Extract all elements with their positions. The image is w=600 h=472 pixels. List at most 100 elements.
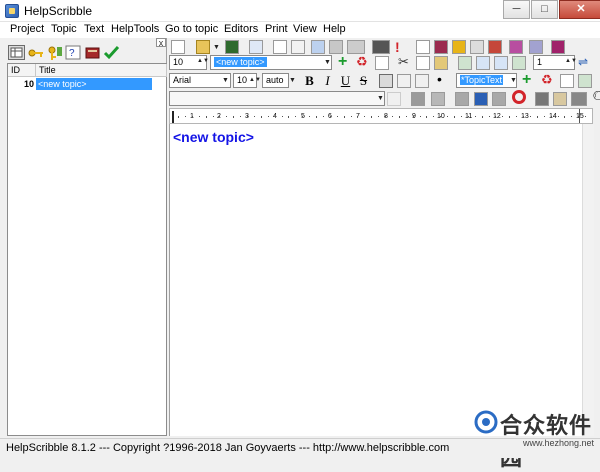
menu-view[interactable]: View xyxy=(293,23,317,35)
menu-editors[interactable]: Editors xyxy=(224,23,258,35)
cut-icon[interactable]: ✂ xyxy=(398,54,409,70)
maximize-button[interactable]: □ xyxy=(531,0,558,19)
insert-image-icon[interactable] xyxy=(411,92,425,106)
new-document-icon[interactable] xyxy=(171,40,185,54)
delete-style-icon[interactable]: ♻ xyxy=(541,72,553,88)
book-icon[interactable] xyxy=(84,45,101,60)
keyword-icon[interactable] xyxy=(46,45,63,60)
align-right-icon[interactable] xyxy=(415,74,429,88)
next-topic-icon[interactable] xyxy=(494,56,508,70)
paragraph-dropdown-icon[interactable]: ▼ xyxy=(376,92,385,105)
vertical-scrollbar[interactable] xyxy=(582,124,594,436)
insert-popup-icon[interactable] xyxy=(474,92,488,106)
prev-topic-icon[interactable] xyxy=(476,56,490,70)
ruler-tick xyxy=(240,116,242,117)
minimize-button[interactable]: ─ xyxy=(503,0,530,19)
open-folder-icon[interactable] xyxy=(196,40,210,54)
style-select[interactable]: *TopicText xyxy=(456,73,517,88)
menu-help[interactable]: Help xyxy=(323,23,346,35)
italic-button[interactable]: I xyxy=(319,73,336,89)
paste-icon[interactable] xyxy=(434,56,448,70)
align-left-icon[interactable] xyxy=(379,74,393,88)
save-icon[interactable] xyxy=(225,40,239,54)
spellcheck-icon[interactable] xyxy=(249,40,263,54)
search-icon[interactable]: 🔍︎ xyxy=(592,90,600,106)
bullet-icon[interactable]: • xyxy=(437,71,442,87)
strikethrough-button[interactable]: S xyxy=(355,73,372,89)
insert-jump-icon[interactable] xyxy=(455,92,469,106)
topic-icon[interactable] xyxy=(291,40,305,54)
browse-sequence-icon[interactable]: ⇌ xyxy=(578,55,588,69)
last-topic-icon[interactable] xyxy=(512,56,526,70)
bold-button[interactable]: B xyxy=(301,73,318,89)
key-icon[interactable] xyxy=(27,45,44,60)
close-button[interactable]: ✕ xyxy=(559,0,600,19)
menu-go-to-topic[interactable]: Go to topic xyxy=(165,23,218,35)
key-toolbar-icon[interactable] xyxy=(452,40,466,54)
insert-object-icon[interactable] xyxy=(431,92,445,106)
menu-text[interactable]: Text xyxy=(84,23,104,35)
ruler-tick xyxy=(440,116,442,117)
menu-project[interactable]: Project xyxy=(10,23,44,35)
compile-icon[interactable] xyxy=(372,40,390,54)
index-icon[interactable] xyxy=(470,40,484,54)
ruler-tick xyxy=(267,116,269,117)
style-dropdown-icon[interactable]: ▼ xyxy=(509,74,518,87)
ruler-tick xyxy=(557,116,559,117)
page-spinner-arrows-icon[interactable]: ▲▼ xyxy=(565,55,577,68)
warning-icon[interactable]: ! xyxy=(395,39,400,55)
topic-props-icon[interactable] xyxy=(375,56,389,70)
paragraph-style-combo[interactable] xyxy=(169,91,385,106)
size-mode-select[interactable]: auto xyxy=(262,73,289,88)
panel-close-button[interactable]: x xyxy=(156,38,166,48)
menu-helptools[interactable]: HelpTools xyxy=(111,23,159,35)
topic-editor[interactable]: <new topic> xyxy=(169,124,582,436)
left-indent-marker[interactable] xyxy=(172,111,177,123)
ruler-tick xyxy=(288,116,290,118)
underline-button[interactable]: U xyxy=(337,73,354,89)
recycle-icon[interactable]: ♻ xyxy=(356,54,368,70)
style-page-icon[interactable] xyxy=(578,74,592,88)
insert-bitmap-icon[interactable] xyxy=(553,92,567,106)
style-value: *TopicText xyxy=(460,75,504,85)
column-header-id[interactable]: ID xyxy=(8,64,36,77)
book-stack-icon[interactable] xyxy=(551,40,565,54)
page-icon[interactable] xyxy=(273,40,287,54)
book-link-icon[interactable] xyxy=(509,40,523,54)
help-icon[interactable] xyxy=(416,40,430,54)
column-header-title[interactable]: Title xyxy=(36,64,167,77)
row-id-cell: 10 xyxy=(23,79,34,89)
font-dropdown-icon[interactable]: ▼ xyxy=(221,74,230,87)
first-topic-icon[interactable] xyxy=(458,56,472,70)
browse-icon[interactable] xyxy=(347,40,365,54)
topic-content: <new topic> xyxy=(173,129,254,145)
align-center-icon[interactable] xyxy=(397,74,411,88)
ruler-tick xyxy=(253,116,255,117)
macro-icon[interactable] xyxy=(329,40,343,54)
contents-icon[interactable] xyxy=(311,40,325,54)
menu-topic[interactable]: Topic xyxy=(51,23,77,35)
copy-icon[interactable] xyxy=(416,56,430,70)
target-icon[interactable] xyxy=(512,90,526,104)
topic-grid-icon[interactable] xyxy=(8,45,25,60)
topic-name-combo[interactable]: <new topic> xyxy=(210,55,332,70)
spinner-arrows-icon[interactable]: ▲▼ xyxy=(197,55,209,68)
topic-dropdown-icon[interactable]: ▼ xyxy=(323,56,332,69)
insert-hotspot-icon[interactable] xyxy=(571,92,587,106)
font-size-arrows-icon[interactable]: ▲▼ xyxy=(249,74,261,87)
size-mode-dropdown-icon[interactable]: ▼ xyxy=(288,74,297,87)
pages-icon[interactable] xyxy=(488,40,502,54)
book-pages-icon[interactable] xyxy=(529,40,543,54)
insert-button-icon[interactable] xyxy=(535,92,549,106)
open-dropdown-icon[interactable]: ▼ xyxy=(212,41,221,54)
menu-print[interactable]: Print xyxy=(265,23,288,35)
add-topic-icon[interactable]: + xyxy=(338,53,347,71)
insert-macro-icon[interactable] xyxy=(492,92,506,106)
link-icon[interactable] xyxy=(387,92,401,106)
style-font-icon[interactable] xyxy=(560,74,574,88)
add-style-icon[interactable]: + xyxy=(522,71,531,89)
book-red-icon[interactable] xyxy=(434,40,448,54)
checkmark-icon[interactable] xyxy=(103,45,120,60)
ruler[interactable]: 1 2 3 4 5 6 7 8 9 10 11 12 13 14 15 xyxy=(169,108,593,124)
help-topic-icon[interactable]: ? xyxy=(65,45,82,60)
